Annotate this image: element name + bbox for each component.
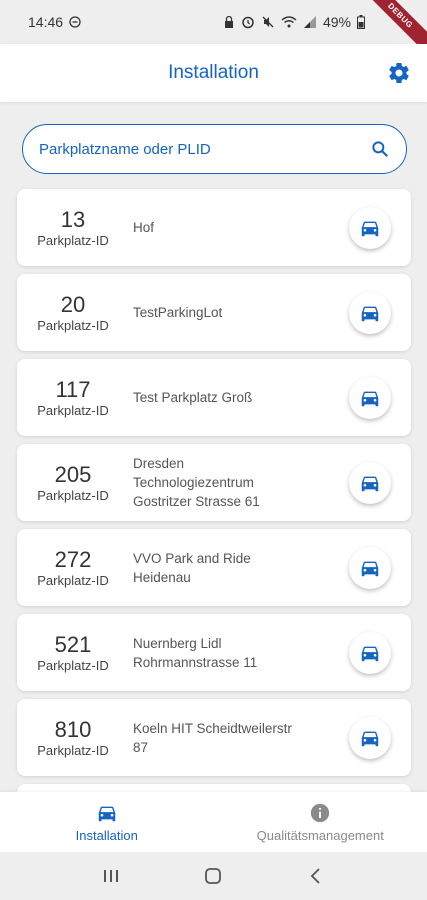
page-title: Installation bbox=[168, 62, 259, 83]
parking-lot-id-label: Parkplatz-ID bbox=[37, 317, 109, 333]
parking-lot-id: 272 bbox=[54, 546, 92, 572]
nav-item-installation[interactable]: Installation bbox=[0, 792, 214, 852]
parking-lot-name: VVO Park and Ride Heidenau bbox=[133, 550, 251, 585]
parking-lot-card[interactable]: 13 Parkplatz-ID Hof bbox=[17, 189, 411, 266]
parking-lot-id: 13 bbox=[60, 206, 86, 232]
nav-item-quality-management[interactable]: Qualitätsmanagement bbox=[214, 792, 427, 852]
parking-lot-name: Nuernberg Lidl Rohrmannstrasse 11 bbox=[133, 635, 258, 670]
search-container bbox=[22, 124, 407, 174]
car-icon bbox=[361, 221, 379, 236]
parking-lot-id-label: Parkplatz-ID bbox=[37, 572, 109, 588]
parking-lot-id-label: Parkplatz-ID bbox=[37, 657, 109, 673]
battery-percent: 49% bbox=[322, 14, 351, 30]
parking-lot-id: 117 bbox=[55, 376, 91, 402]
car-icon bbox=[361, 476, 379, 491]
status-bar: 14:46 49% DEBUG bbox=[0, 0, 427, 61]
parking-lot-id-column: 810 Parkplatz-ID bbox=[17, 717, 129, 759]
recent-apps-button[interactable] bbox=[96, 861, 126, 891]
parking-lot-name: Test Parkplatz Groß bbox=[133, 390, 253, 405]
parking-lot-card[interactable]: 117 Parkplatz-ID Test Parkplatz Groß bbox=[17, 359, 411, 436]
parking-lot-card[interactable]: 272 Parkplatz-ID VVO Park and Ride Heide… bbox=[17, 529, 411, 606]
home-icon bbox=[205, 868, 222, 884]
car-button[interactable] bbox=[349, 631, 391, 674]
car-icon bbox=[361, 646, 379, 661]
parking-lot-name: Hof bbox=[133, 220, 155, 235]
gear-icon[interactable] bbox=[387, 61, 411, 85]
car-icon bbox=[98, 806, 115, 821]
status-time: 14:46 bbox=[28, 14, 64, 30]
car-icon bbox=[361, 306, 379, 321]
parking-lot-name: Dresden Technologiezentrum Gostritzer St… bbox=[133, 456, 260, 509]
car-button[interactable] bbox=[349, 461, 391, 504]
back-icon bbox=[310, 868, 320, 884]
parking-lot-id-column: 13 Parkplatz-ID bbox=[17, 207, 129, 249]
nav-label-installation: Installation bbox=[75, 827, 138, 843]
parking-lot-id-column: 117 Parkplatz-ID bbox=[17, 377, 129, 419]
car-button[interactable] bbox=[349, 206, 391, 249]
car-icon bbox=[361, 561, 379, 576]
recent-apps-icon bbox=[104, 870, 119, 882]
back-button[interactable] bbox=[301, 861, 331, 891]
car-icon bbox=[361, 731, 379, 746]
car-icon bbox=[361, 391, 379, 406]
parking-lot-id-label: Parkplatz-ID bbox=[37, 487, 109, 503]
home-button[interactable] bbox=[198, 861, 228, 891]
car-button[interactable] bbox=[349, 716, 391, 759]
search-box bbox=[22, 124, 407, 174]
bottom-navigation: Installation Qualitätsmanagement bbox=[0, 792, 427, 852]
parking-lot-list: 13 Parkplatz-ID Hof 20 Parkplatz-ID Test… bbox=[17, 189, 411, 869]
parking-lot-id-label: Parkplatz-ID bbox=[37, 742, 109, 758]
status-icons: 49% bbox=[223, 14, 413, 30]
nav-label-quality-management: Qualitätsmanagement bbox=[256, 827, 384, 843]
parking-lot-id-column: 272 Parkplatz-ID bbox=[17, 547, 129, 589]
parking-lot-id: 205 bbox=[54, 461, 92, 487]
parking-lot-card[interactable]: 20 Parkplatz-ID TestParkingLot bbox=[17, 274, 411, 351]
info-icon bbox=[311, 803, 330, 822]
mute-icon bbox=[262, 16, 274, 28]
signal-icon bbox=[303, 16, 316, 28]
alarm-icon bbox=[242, 16, 254, 29]
parking-lot-name: Koeln HIT Scheidtweilerstr 87 bbox=[133, 720, 292, 755]
search-input[interactable] bbox=[39, 140, 370, 158]
car-button[interactable] bbox=[349, 376, 391, 419]
parking-lot-id: 810 bbox=[54, 716, 92, 742]
car-button[interactable] bbox=[349, 546, 391, 589]
parking-lot-id-label: Parkplatz-ID bbox=[37, 402, 109, 418]
parking-lot-card[interactable]: 810 Parkplatz-ID Koeln HIT Scheidtweiler… bbox=[17, 699, 411, 776]
wifi-icon bbox=[281, 16, 297, 28]
lock-icon bbox=[224, 15, 233, 28]
parking-lot-card[interactable]: 205 Parkplatz-ID Dresden Technologiezent… bbox=[17, 444, 411, 521]
search-icon[interactable] bbox=[370, 139, 390, 159]
parking-lot-id-column: 205 Parkplatz-ID bbox=[17, 462, 129, 504]
parking-lot-id: 20 bbox=[60, 291, 86, 317]
parking-lot-card[interactable]: 521 Parkplatz-ID Nuernberg Lidl Rohrmann… bbox=[17, 614, 411, 691]
parking-lot-id: 521 bbox=[54, 631, 92, 657]
parking-lot-id-label: Parkplatz-ID bbox=[37, 232, 109, 248]
system-navigation-bar bbox=[0, 852, 427, 900]
app-bar: Installation bbox=[0, 44, 427, 102]
status-time-group: 14:46 bbox=[28, 14, 81, 30]
sync-icon bbox=[69, 16, 81, 28]
battery-icon bbox=[357, 15, 365, 29]
car-button[interactable] bbox=[349, 291, 391, 334]
parking-lot-id-column: 521 Parkplatz-ID bbox=[17, 632, 129, 674]
parking-lot-name: TestParkingLot bbox=[133, 305, 223, 320]
parking-lot-id-column: 20 Parkplatz-ID bbox=[17, 292, 129, 334]
